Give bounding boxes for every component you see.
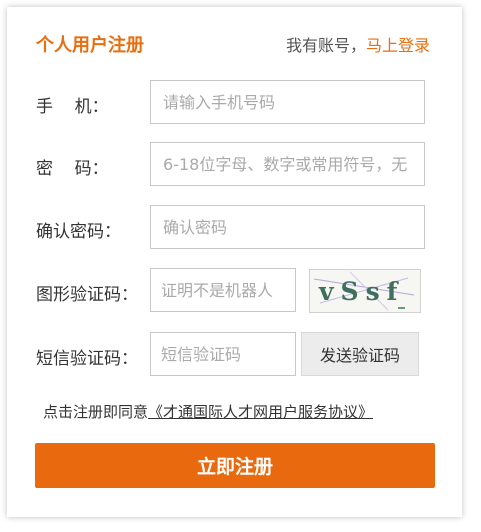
- have-account-text: 我有账号，: [285, 36, 366, 55]
- login-link[interactable]: 马上登录: [366, 36, 430, 55]
- agreement-prefix: 点击注册即同意: [43, 403, 149, 421]
- phone-label: 手 机：: [36, 97, 109, 117]
- agreement-line: 点击注册即同意《才通国际人才网用户服务协议》: [43, 401, 373, 422]
- send-code-button[interactable]: 发送验证码: [301, 332, 419, 376]
- password-input[interactable]: [150, 142, 425, 186]
- agreement-link[interactable]: 《才通国际人才网用户服务协议》: [148, 403, 373, 421]
- phone-input[interactable]: [150, 80, 425, 124]
- captcha-input[interactable]: [150, 268, 296, 312]
- captcha-image[interactable]: vSsf: [309, 269, 421, 313]
- password-label: 密 码：: [36, 159, 109, 179]
- confirm-password-input[interactable]: [150, 205, 425, 249]
- register-button[interactable]: 立即注册: [35, 443, 435, 488]
- page-title: 个人用户注册: [36, 35, 144, 56]
- confirm-password-label: 确认密码：: [36, 222, 121, 242]
- register-card: 个人用户注册 我有账号，马上登录 手 机： 密 码： 确认密码： 图形验证码： …: [7, 7, 462, 517]
- login-prompt: 我有账号，马上登录: [286, 32, 430, 56]
- captcha-label: 图形验证码：: [36, 285, 138, 305]
- captcha-text: vSsf: [318, 277, 404, 306]
- captcha-graphic: vSsf: [310, 270, 420, 312]
- sms-label: 短信验证码：: [36, 349, 138, 369]
- sms-code-input[interactable]: [150, 332, 296, 376]
